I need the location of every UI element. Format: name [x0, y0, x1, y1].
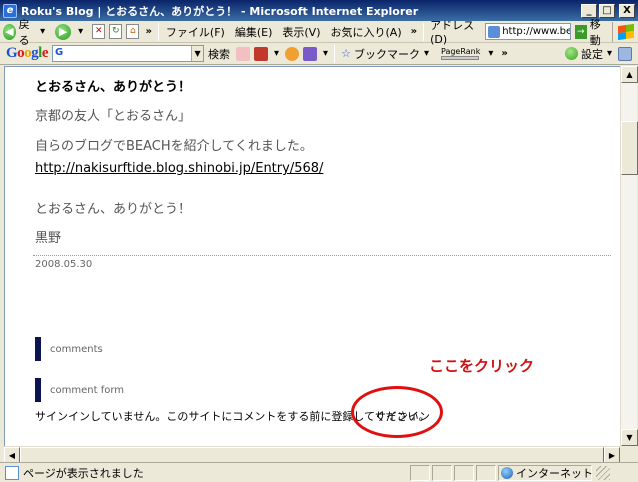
address-bar[interactable]: http://www.beac ▼	[485, 23, 571, 40]
comments-heading: comments	[50, 343, 103, 355]
scroll-left-icon[interactable]: ◀	[4, 447, 20, 463]
chevron-down-icon[interactable]: ▾	[40, 26, 45, 37]
security-zone: インターネット	[498, 464, 593, 481]
page-icon	[618, 46, 632, 61]
windows-logo-icon	[612, 21, 638, 42]
google-search-input[interactable]: G ▼	[52, 45, 205, 62]
resize-grip[interactable]	[596, 465, 610, 480]
status-panel	[432, 464, 452, 481]
post-line-2: 自らのブログでBEACHを紹介してくれました。	[35, 139, 313, 154]
blog-icon[interactable]	[254, 46, 269, 61]
window-title: Roku's Blog | とおるさん、ありがとう！ - Microsoft I…	[21, 4, 419, 18]
page-icon	[488, 25, 501, 38]
chevron-down-icon[interactable]: ▾	[488, 48, 493, 59]
chevron-down-icon[interactable]: ▾	[274, 48, 279, 59]
home-icon[interactable]: ⌂	[126, 24, 140, 39]
google-toolbar-more-chevron[interactable]: »	[501, 48, 507, 59]
menu-file[interactable]: ファイル(F)	[161, 24, 230, 40]
menu-favorites[interactable]: お気に入り(A)	[326, 24, 407, 40]
comments-section: comments	[35, 337, 103, 361]
status-panel	[454, 464, 474, 481]
scroll-right-icon[interactable]: ▶	[604, 447, 620, 463]
comment-form-heading: comment form	[50, 384, 125, 396]
scroll-thumb[interactable]	[621, 121, 638, 175]
bookmarks-button[interactable]: ☆ ブックマーク ▾	[337, 46, 437, 62]
scroll-up-icon[interactable]: ▲	[621, 66, 638, 83]
status-panel	[410, 464, 430, 481]
search-dropdown-icon[interactable]: ▼	[191, 46, 204, 61]
close-button[interactable]: X	[619, 3, 635, 18]
pagerank-meter[interactable]: PageRank	[437, 47, 484, 60]
google-toolbar: Google G ▼ 検索 ▾ ▾ ☆ ブックマーク ▾ PageRank ▾ …	[0, 43, 638, 65]
chevron-down-icon: ▾	[606, 48, 612, 59]
post-line-1: 京都の友人「とおるさん」	[35, 109, 192, 124]
autofill-icon[interactable]	[303, 46, 318, 61]
autolink-icon[interactable]	[285, 46, 300, 61]
menu-more-chevron[interactable]: »	[411, 26, 417, 37]
address-label: アドレス(D)	[430, 19, 475, 46]
chevron-down-icon[interactable]: ▾	[78, 26, 83, 37]
settings-icon	[564, 47, 578, 60]
back-button[interactable]: ◀ 戻る ▾	[0, 18, 52, 47]
google-logo[interactable]: Google	[0, 45, 52, 62]
page-loaded-icon	[5, 465, 19, 480]
toolbar-separator	[423, 22, 425, 41]
menu-view[interactable]: 表示(V)	[277, 24, 325, 40]
section-bar	[35, 337, 41, 361]
post-signature: 黒野	[35, 231, 62, 246]
globe-icon	[501, 466, 513, 479]
status-panel	[476, 464, 496, 481]
post-title: とおるさん、ありがとう！	[35, 80, 192, 95]
chevron-down-icon: ▾	[423, 48, 429, 59]
star-icon: ☆	[341, 47, 351, 60]
go-arrow-icon: →	[574, 24, 587, 39]
forward-arrow-icon: ▶	[55, 23, 72, 40]
google-g-icon: G	[55, 47, 64, 58]
post-link[interactable]: http://nakisurftide.blog.shinobi.jp/Entr…	[35, 161, 323, 176]
toolbar-separator	[334, 44, 336, 63]
post-line-3: とおるさん、ありがとう！	[35, 202, 192, 217]
menu-edit[interactable]: 編集(E)	[230, 24, 278, 40]
back-arrow-icon: ◀	[3, 23, 16, 40]
navigation-toolbar: ◀ 戻る ▾ ▶ ▾ ✕ ↻ ⌂ » ファイル(F) 編集(E) 表示(V) お…	[0, 18, 638, 47]
ie-icon: e	[3, 3, 17, 18]
section-bar	[35, 378, 41, 402]
chevron-down-icon[interactable]: ▾	[323, 48, 328, 59]
status-text: ページが表示されました	[23, 466, 144, 480]
refresh-icon[interactable]: ↻	[109, 24, 123, 39]
divider	[33, 255, 611, 256]
stop-icon[interactable]: ✕	[92, 24, 106, 39]
highlight-circle	[351, 386, 443, 438]
scrollbar-corner	[620, 446, 637, 462]
toolbar-separator	[157, 22, 159, 41]
toolbar-more-chevron[interactable]: »	[145, 26, 151, 37]
google-search-button[interactable]: 検索	[204, 46, 234, 62]
status-bar: ページが表示されました インターネット	[0, 462, 638, 482]
pagerank-bar	[440, 56, 479, 60]
address-value[interactable]: http://www.beac	[502, 26, 570, 37]
forward-button[interactable]: ▶ ▾	[52, 22, 90, 42]
settings-button[interactable]: 設定 ▾	[564, 46, 638, 62]
horizontal-scrollbar[interactable]: ◀ ▶	[4, 446, 620, 463]
comment-form-section: comment form	[35, 378, 124, 402]
page-content: とおるさん、ありがとう！ 京都の友人「とおるさん」 自らのブログでBEACHを紹…	[4, 66, 620, 446]
click-here-annotation: ここをクリック	[429, 357, 535, 375]
title-bar: e Roku's Blog | とおるさん、ありがとう！ - Microsoft…	[0, 0, 638, 21]
vertical-scrollbar[interactable]: ▲ ▼	[620, 66, 638, 446]
post-date: 2008.05.30	[35, 259, 93, 270]
horizontal-scroll-thumb[interactable]	[20, 447, 604, 463]
scroll-down-icon[interactable]: ▼	[621, 429, 638, 446]
highlight-icon[interactable]	[236, 46, 251, 61]
